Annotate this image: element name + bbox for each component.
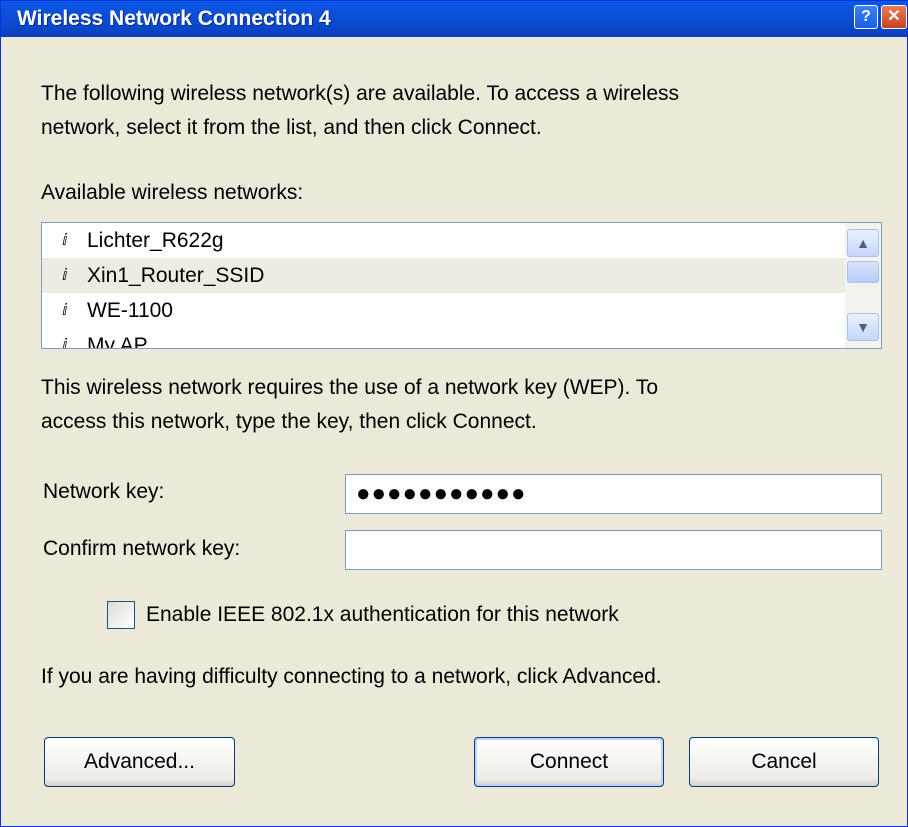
- network-item-xin1[interactable]: ⅈ Xin1_Router_SSID: [42, 258, 881, 293]
- antenna-icon: ⅈ: [62, 337, 68, 349]
- network-name: My AP: [87, 334, 148, 349]
- ieee-checkbox-label[interactable]: Enable IEEE 802.1x authentication for th…: [146, 599, 619, 631]
- wep-text-line1: This wireless network requires the use o…: [41, 376, 659, 399]
- help-button[interactable]: ?: [854, 5, 878, 29]
- network-name: WE-1100: [87, 299, 173, 322]
- network-key-input[interactable]: ●●●●●●●●●●●: [345, 474, 882, 514]
- cancel-button[interactable]: Cancel: [689, 737, 879, 787]
- networks-label: Available wireless networks:: [41, 181, 304, 204]
- advanced-hint: If you are having difficulty connecting …: [41, 665, 662, 688]
- scroll-down-icon[interactable]: ▼: [847, 313, 879, 341]
- wep-text-line2: access this network, type the key, then …: [41, 410, 537, 433]
- close-button[interactable]: ✕: [881, 5, 907, 29]
- network-key-label: Network key:: [43, 480, 165, 503]
- network-item-myap[interactable]: ⅈ My AP: [42, 328, 881, 349]
- connect-button[interactable]: Connect: [474, 737, 664, 787]
- confirm-key-input[interactable]: [345, 530, 882, 570]
- ieee-checkbox[interactable]: [107, 601, 135, 629]
- title-bar[interactable]: Wireless Network Connection 4 ? ✕: [1, 1, 907, 37]
- confirm-key-label: Confirm network key:: [43, 537, 241, 560]
- network-name: Xin1_Router_SSID: [87, 264, 265, 287]
- list-scrollbar[interactable]: ▲ ▼: [845, 223, 881, 348]
- intro-text-line1: The following wireless network(s) are av…: [41, 82, 680, 105]
- network-item-lichter[interactable]: ⅈ Lichter_R622g: [42, 223, 881, 258]
- scroll-thumb[interactable]: [847, 261, 879, 283]
- network-item-we1100[interactable]: ⅈ WE-1100: [42, 293, 881, 328]
- dialog-window: Wireless Network Connection 4 ? ✕ The fo…: [0, 0, 908, 827]
- intro-text-line2: network, select it from the list, and th…: [41, 116, 542, 139]
- network-list[interactable]: ⅈ Lichter_R622g ⅈ Xin1_Router_SSID ⅈ WE-…: [41, 222, 882, 349]
- antenna-icon: ⅈ: [62, 302, 68, 319]
- antenna-icon: ⅈ: [62, 232, 68, 249]
- window-title: Wireless Network Connection 4: [17, 7, 331, 30]
- network-name: Lichter_R622g: [87, 229, 224, 252]
- scroll-up-icon[interactable]: ▲: [847, 229, 879, 257]
- advanced-button[interactable]: Advanced...: [44, 737, 235, 787]
- antenna-icon: ⅈ: [62, 267, 68, 284]
